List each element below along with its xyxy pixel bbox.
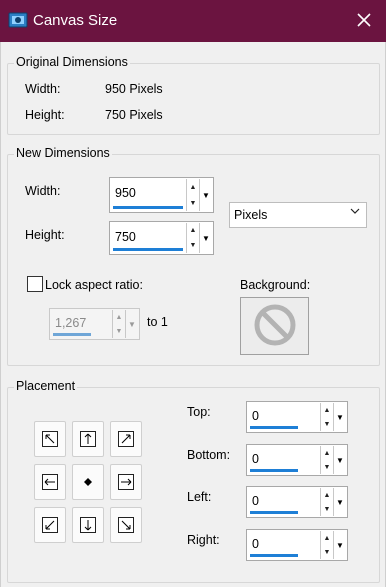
height-dropdown-icon[interactable]: ▼ xyxy=(199,223,212,253)
arrow-down-icon xyxy=(80,517,96,533)
left-label: Left: xyxy=(187,490,212,504)
bottom-spin-arrows[interactable]: ▲ ▼ xyxy=(320,446,333,474)
original-height-label: Height: xyxy=(25,108,65,122)
to-one-label: to 1 xyxy=(147,315,168,329)
left-input[interactable]: 0 xyxy=(252,494,259,508)
bottom-spinbox[interactable]: 0 ▲ ▼ ▼ xyxy=(246,444,348,476)
spin-down-icon: ▼ xyxy=(115,327,123,335)
spin-down-icon[interactable]: ▼ xyxy=(321,545,333,559)
top-label: Top: xyxy=(187,405,211,419)
spin-down-icon[interactable]: ▼ xyxy=(321,417,333,431)
arrow-down-right-icon xyxy=(118,517,134,533)
arrow-up-left-icon xyxy=(42,431,58,447)
spin-up-icon: ▲ xyxy=(115,313,123,321)
placement-top-left-button[interactable] xyxy=(34,421,66,457)
aspect-ratio-underline xyxy=(53,333,91,336)
placement-left-button[interactable] xyxy=(34,464,66,500)
lock-aspect-checkbox[interactable] xyxy=(27,276,43,292)
right-underline xyxy=(250,554,298,557)
original-width-label: Width: xyxy=(25,82,61,96)
placement-bottom-left-button[interactable] xyxy=(34,507,66,543)
original-height-value: 750 Pixels xyxy=(105,108,163,122)
placement-top-button[interactable] xyxy=(72,421,104,457)
placement-bottom-right-button[interactable] xyxy=(110,507,142,543)
left-spinbox[interactable]: 0 ▲ ▼ ▼ xyxy=(246,486,348,518)
height-underline xyxy=(113,248,183,251)
dialog-body: Original Dimensions Width: 950 Pixels He… xyxy=(0,42,386,587)
spin-down-icon[interactable]: ▼ xyxy=(321,460,333,474)
spin-up-icon[interactable]: ▲ xyxy=(321,446,333,460)
bottom-label: Bottom: xyxy=(187,448,231,462)
height-spin-arrows[interactable]: ▲ ▼ xyxy=(186,223,199,253)
unit-select[interactable]: Pixels xyxy=(229,202,367,228)
new-height-label: Height: xyxy=(25,228,65,242)
width-spin-arrows[interactable]: ▲ ▼ xyxy=(186,179,199,211)
new-width-label: Width: xyxy=(25,184,61,198)
bottom-underline xyxy=(250,469,298,472)
right-spinbox[interactable]: 0 ▲ ▼ ▼ xyxy=(246,529,348,561)
aspect-dropdown-icon: ▼ xyxy=(125,310,138,338)
arrow-up-right-icon xyxy=(118,431,134,447)
center-dot-icon xyxy=(81,475,95,489)
placement-top-right-button[interactable] xyxy=(110,421,142,457)
placement-right-button[interactable] xyxy=(110,464,142,500)
top-underline xyxy=(250,426,298,429)
width-underline xyxy=(113,206,183,209)
left-spin-arrows[interactable]: ▲ ▼ xyxy=(320,488,333,516)
arrow-down-left-icon xyxy=(42,517,58,533)
height-spinbox[interactable]: 750 ▲ ▼ ▼ xyxy=(109,221,214,255)
window-title: Canvas Size xyxy=(33,12,118,29)
bottom-input[interactable]: 0 xyxy=(252,452,259,466)
placement-center-button[interactable] xyxy=(72,464,104,500)
spin-up-icon[interactable]: ▲ xyxy=(187,179,199,195)
top-spinbox[interactable]: 0 ▲ ▼ ▼ xyxy=(246,401,348,433)
unit-select-value: Pixels xyxy=(234,208,268,222)
no-color-icon xyxy=(252,302,298,351)
spin-up-icon[interactable]: ▲ xyxy=(321,531,333,545)
arrow-up-icon xyxy=(80,431,96,447)
width-dropdown-icon[interactable]: ▼ xyxy=(199,179,212,211)
spin-up-icon[interactable]: ▲ xyxy=(187,223,199,238)
aspect-spin-arrows: ▲ ▼ xyxy=(112,310,125,338)
spin-down-icon[interactable]: ▼ xyxy=(321,502,333,516)
close-icon[interactable] xyxy=(352,8,376,32)
top-spin-arrows[interactable]: ▲ ▼ xyxy=(320,403,333,431)
background-label: Background: xyxy=(240,278,311,292)
right-dropdown-icon[interactable]: ▼ xyxy=(333,531,346,559)
placement-label: Placement xyxy=(14,379,78,393)
left-dropdown-icon[interactable]: ▼ xyxy=(333,488,346,516)
placement-bottom-button[interactable] xyxy=(72,507,104,543)
right-input[interactable]: 0 xyxy=(252,537,259,551)
aspect-ratio-spinbox: 1,267 ▲ ▼ ▼ xyxy=(49,308,140,340)
new-dimensions-label: New Dimensions xyxy=(14,146,112,160)
right-label: Right: xyxy=(187,533,220,547)
original-width-value: 950 Pixels xyxy=(105,82,163,96)
background-color-swatch[interactable] xyxy=(240,297,309,355)
canvas-app-icon xyxy=(8,10,28,30)
right-spin-arrows[interactable]: ▲ ▼ xyxy=(320,531,333,559)
spin-down-icon[interactable]: ▼ xyxy=(187,195,199,211)
original-dimensions-label: Original Dimensions xyxy=(14,55,130,69)
arrow-right-icon xyxy=(118,474,134,490)
lock-aspect-label[interactable]: Lock aspect ratio: xyxy=(45,278,143,292)
bottom-dropdown-icon[interactable]: ▼ xyxy=(333,446,346,474)
left-underline xyxy=(250,511,298,514)
width-spinbox[interactable]: 950 ▲ ▼ ▼ xyxy=(109,177,214,213)
spin-down-icon[interactable]: ▼ xyxy=(187,238,199,253)
top-dropdown-icon[interactable]: ▼ xyxy=(333,403,346,431)
width-input[interactable]: 950 xyxy=(115,186,136,200)
chevron-down-icon xyxy=(350,206,360,219)
height-input[interactable]: 750 xyxy=(115,230,136,244)
original-dimensions-group xyxy=(7,63,380,135)
spin-up-icon[interactable]: ▲ xyxy=(321,488,333,502)
aspect-ratio-input: 1,267 xyxy=(55,316,87,330)
arrow-left-icon xyxy=(42,474,58,490)
spin-up-icon[interactable]: ▲ xyxy=(321,403,333,417)
title-bar: Canvas Size xyxy=(0,0,386,42)
top-input[interactable]: 0 xyxy=(252,409,259,423)
